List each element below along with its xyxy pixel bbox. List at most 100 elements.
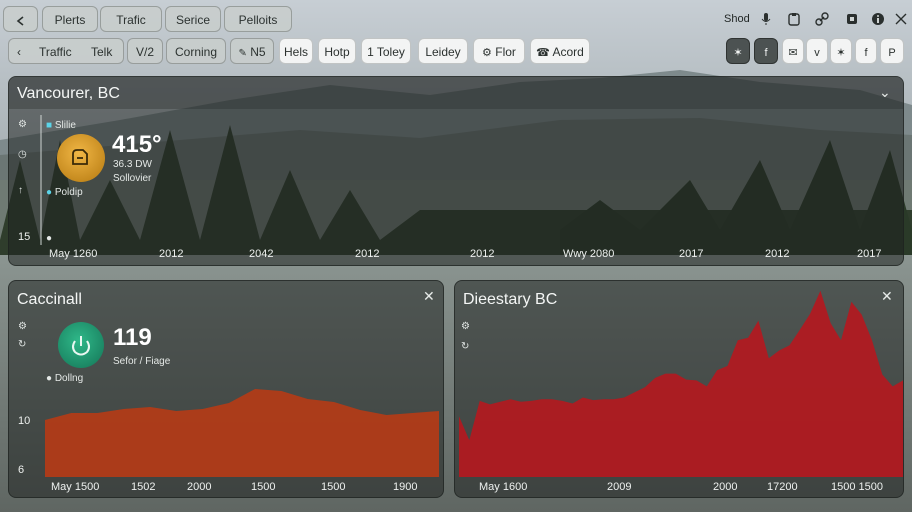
- x-tick: 1900: [393, 481, 418, 493]
- x-tick: 1500 1500: [831, 481, 883, 493]
- area-chart: [45, 389, 439, 477]
- desc-2: Sollovier: [113, 173, 152, 184]
- marker-dot-icon: ●: [46, 233, 53, 244]
- x-tick: 2000: [713, 481, 738, 493]
- panel-vancouver: Vancourer, BC ⌄ ⚙ ◷ ↑ 15 ■ Slilie 415° 3…: [8, 76, 904, 266]
- chip-toley[interactable]: 1 Toley: [361, 38, 411, 64]
- chip-flor[interactable]: ⚙ Flor: [473, 38, 525, 64]
- y-tick: 6: [18, 464, 25, 476]
- status-dot-icon: ■: [46, 120, 53, 131]
- settings-icon[interactable]: ⚙: [18, 119, 27, 130]
- x-tick: 1500: [251, 481, 276, 493]
- status-2: ● Poldip: [46, 187, 83, 199]
- back-button[interactable]: [3, 6, 38, 32]
- collapse-icon[interactable]: [893, 11, 911, 29]
- x-tick: Wwy 2080: [563, 248, 615, 260]
- x-tick: May 1600: [479, 481, 528, 493]
- chevron-left-icon[interactable]: ‹: [17, 39, 21, 63]
- x-tick: 2017: [679, 248, 704, 260]
- status-2-text: Poldip: [54, 187, 83, 198]
- traffic-segment: ‹ Traffic Telk: [8, 38, 124, 64]
- panel-caccinall: Caccinall ✕ ⚙ ↻ 119 Sefor / Fiage ● Doll…: [8, 280, 444, 498]
- chip-flor-label: Flor: [495, 45, 516, 59]
- gear-icon: ⚙: [482, 47, 492, 59]
- twitter-icon: ✶: [733, 47, 743, 59]
- n5-button[interactable]: ✎ N5: [230, 38, 274, 64]
- x-tick: 2009: [607, 481, 632, 493]
- x-tick: May 1260: [49, 248, 98, 260]
- twitter-button-2[interactable]: ✶: [830, 38, 852, 64]
- desc-1: 36.3 DW: [113, 159, 152, 170]
- panel-title: Caccinall: [17, 291, 82, 308]
- status-1-text: Slilie: [54, 120, 76, 131]
- x-tick: 2012: [765, 248, 790, 260]
- pinterest-icon: P: [888, 47, 896, 59]
- toolbar-row-2: ‹ Traffic Telk V/2 Corning ✎ N5 Hels Hot…: [0, 38, 912, 66]
- tab-trafic[interactable]: Trafic: [100, 6, 162, 32]
- info-icon[interactable]: [870, 11, 888, 29]
- power-icon: [72, 336, 90, 356]
- panel-dieestary: Dieestary BC ✕ ⚙ ↻ May 1600 2009 2000 17…: [454, 280, 904, 498]
- twitter-button[interactable]: ✶: [726, 38, 750, 64]
- y-tick: 15: [18, 231, 31, 243]
- refresh-icon[interactable]: ↻: [18, 339, 26, 350]
- clipboard-icon[interactable]: [786, 11, 804, 29]
- activity-badge: [58, 322, 104, 368]
- metric-value: 119: [113, 324, 152, 351]
- phone-icon: ☎: [536, 47, 550, 59]
- y-axis: [40, 115, 42, 245]
- panel-header: [9, 77, 903, 109]
- chip-leidey[interactable]: Leidey: [418, 38, 468, 64]
- weather-badge: [57, 134, 105, 182]
- area-series: [459, 290, 903, 477]
- tab-plerts[interactable]: Plerts: [42, 6, 98, 32]
- chip-hotp[interactable]: Hotp: [318, 38, 356, 64]
- chip-acord[interactable]: ☎ Acord: [530, 38, 590, 64]
- link-icon[interactable]: [814, 11, 832, 29]
- grid-icon[interactable]: [844, 11, 862, 29]
- n5-label: N5: [250, 45, 266, 59]
- clock-icon[interactable]: ◷: [18, 149, 27, 160]
- x-tick: 2012: [355, 248, 380, 260]
- facebook-button[interactable]: f: [754, 38, 778, 64]
- x-tick: 2012: [470, 248, 495, 260]
- tab-pelloits[interactable]: Pelloits: [224, 6, 292, 32]
- v-button[interactable]: v: [806, 38, 828, 64]
- mail-icon: ✉: [788, 47, 798, 59]
- close-icon[interactable]: ✕: [423, 288, 435, 305]
- weather-icon: [72, 149, 88, 165]
- chip-hels[interactable]: Hels: [279, 38, 313, 64]
- x-tick: May 1500: [51, 481, 100, 493]
- view-v2-button[interactable]: V/2: [127, 38, 163, 64]
- chevron-down-icon[interactable]: ⌄: [879, 84, 891, 101]
- chip-acord-label: Acord: [552, 45, 584, 59]
- arrow-icon[interactable]: ↑: [18, 185, 23, 196]
- x-tick: 2000: [187, 481, 212, 493]
- metric-desc: Sefor / Fiage: [113, 356, 171, 367]
- twitter-icon: ✶: [836, 47, 846, 59]
- mic-icon[interactable]: [758, 11, 776, 29]
- f-button[interactable]: f: [855, 38, 877, 64]
- shod-label: Shod: [724, 13, 750, 25]
- x-tick: 2017: [857, 248, 882, 260]
- config-button[interactable]: Corning: [166, 38, 226, 64]
- temperature-value: 415°: [112, 131, 162, 158]
- panel-title: Vancourer, BC: [17, 85, 120, 102]
- back-icon: [14, 13, 28, 27]
- tab-serice[interactable]: Serice: [165, 6, 221, 32]
- settings-icon[interactable]: ⚙: [18, 321, 27, 332]
- f-icon: f: [864, 47, 868, 59]
- facebook-icon: f: [764, 47, 768, 59]
- status-dot-icon: ●: [46, 187, 53, 198]
- x-tick: 17200: [767, 481, 798, 493]
- status-1: ■ Slilie: [46, 120, 76, 132]
- area-chart: [459, 290, 903, 477]
- toolbar-row-1: Plerts Trafic Serice Pelloits Shod: [0, 6, 912, 36]
- segment-traffic[interactable]: Traffic: [39, 39, 72, 63]
- pinterest-button[interactable]: P: [880, 38, 904, 64]
- segment-telk[interactable]: Telk: [91, 39, 112, 63]
- mail-button[interactable]: ✉: [782, 38, 804, 64]
- x-tick: 1502: [131, 481, 156, 493]
- x-tick: 2012: [159, 248, 184, 260]
- y-tick: 10: [18, 415, 31, 427]
